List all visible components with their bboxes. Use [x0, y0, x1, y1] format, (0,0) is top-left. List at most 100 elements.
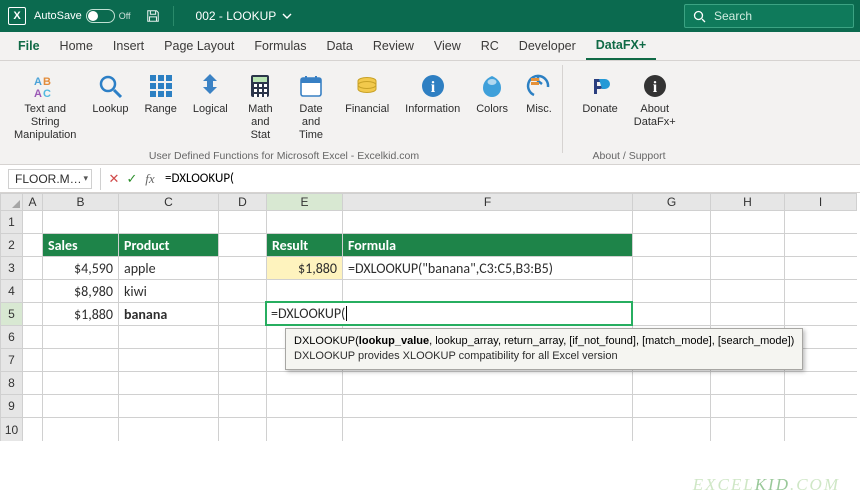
- cell-H4[interactable]: [711, 280, 785, 303]
- cell-I5[interactable]: [785, 303, 857, 326]
- ribbon-colors-button[interactable]: Colors: [468, 63, 516, 142]
- cell-I1[interactable]: [785, 211, 857, 234]
- cancel-formula-button[interactable]: ✕: [105, 171, 123, 187]
- ribbon-financial-button[interactable]: Financial: [337, 63, 397, 142]
- cell-A7[interactable]: [23, 349, 43, 372]
- ribbon-date-button[interactable]: Date and Time: [285, 63, 337, 142]
- enter-formula-button[interactable]: ✓: [123, 171, 141, 187]
- col-header-I[interactable]: I: [785, 193, 857, 211]
- cell-C8[interactable]: [119, 372, 219, 395]
- cell-A10[interactable]: [23, 418, 43, 441]
- col-header-D[interactable]: D: [219, 193, 267, 211]
- tab-formulas[interactable]: Formulas: [244, 32, 316, 60]
- ribbon-logical-button[interactable]: Logical: [185, 63, 236, 142]
- cell-A1[interactable]: [23, 211, 43, 234]
- ribbon-lookup-button[interactable]: Lookup: [84, 63, 136, 142]
- ribbon-info-button[interactable]: iInformation: [397, 63, 468, 142]
- cell-A4[interactable]: [23, 280, 43, 303]
- tab-rc[interactable]: RC: [471, 32, 509, 60]
- cell-D1[interactable]: [219, 211, 267, 234]
- cell-E10[interactable]: [267, 418, 343, 441]
- col-header-A[interactable]: A: [23, 193, 43, 211]
- cell-G1[interactable]: [633, 211, 711, 234]
- cell-A8[interactable]: [23, 372, 43, 395]
- cell-I9[interactable]: [785, 395, 857, 418]
- cell-B1[interactable]: [43, 211, 119, 234]
- cell-E1[interactable]: [267, 211, 343, 234]
- cell-C6[interactable]: [119, 326, 219, 349]
- cell-C2[interactable]: Product: [119, 234, 219, 257]
- cell-G4[interactable]: [633, 280, 711, 303]
- cell-B4[interactable]: $8,980: [43, 280, 119, 303]
- cell-B9[interactable]: [43, 395, 119, 418]
- row-header-4[interactable]: 4: [0, 280, 23, 303]
- cell-C1[interactable]: [119, 211, 219, 234]
- cell-D5[interactable]: [219, 303, 267, 326]
- col-header-F[interactable]: F: [343, 193, 633, 211]
- cell-F3[interactable]: =DXLOOKUP("banana",C3:C5,B3:B5): [343, 257, 633, 280]
- cell-D7[interactable]: [219, 349, 267, 372]
- formula-input[interactable]: =DXLOOKUP(: [159, 171, 860, 186]
- cell-G9[interactable]: [633, 395, 711, 418]
- cell-D2[interactable]: [219, 234, 267, 257]
- cell-F2[interactable]: Formula: [343, 234, 633, 257]
- row-header-7[interactable]: 7: [0, 349, 23, 372]
- cell-D6[interactable]: [219, 326, 267, 349]
- cell-B2[interactable]: Sales: [43, 234, 119, 257]
- cell-E4[interactable]: [267, 280, 343, 303]
- col-header-G[interactable]: G: [633, 193, 711, 211]
- cell-H2[interactable]: [711, 234, 785, 257]
- cell-D9[interactable]: [219, 395, 267, 418]
- cell-B5[interactable]: $1,880: [43, 303, 119, 326]
- cell-E8[interactable]: [267, 372, 343, 395]
- cell-F4[interactable]: [343, 280, 633, 303]
- cell-C7[interactable]: [119, 349, 219, 372]
- cell-I3[interactable]: [785, 257, 857, 280]
- cell-D3[interactable]: [219, 257, 267, 280]
- row-header-6[interactable]: 6: [0, 326, 23, 349]
- tell-me-search[interactable]: [684, 4, 854, 28]
- save-icon[interactable]: [145, 8, 161, 24]
- tab-developer[interactable]: Developer: [509, 32, 586, 60]
- row-header-8[interactable]: 8: [0, 372, 23, 395]
- search-input[interactable]: [712, 8, 860, 24]
- cell-I4[interactable]: [785, 280, 857, 303]
- cell-E9[interactable]: [267, 395, 343, 418]
- cell-G10[interactable]: [633, 418, 711, 441]
- tab-pagelayout[interactable]: Page Layout: [154, 32, 244, 60]
- insert-function-button[interactable]: fx: [141, 171, 159, 187]
- cell-I8[interactable]: [785, 372, 857, 395]
- row-header-1[interactable]: 1: [0, 211, 23, 234]
- cell-B6[interactable]: [43, 326, 119, 349]
- cell-G8[interactable]: [633, 372, 711, 395]
- cell-A3[interactable]: [23, 257, 43, 280]
- document-title[interactable]: 002 - LOOKUP: [196, 9, 293, 23]
- cell-F1[interactable]: [343, 211, 633, 234]
- cell-C10[interactable]: [119, 418, 219, 441]
- ribbon-text-button[interactable]: ABACText and String Manipulation: [6, 63, 84, 142]
- cell-C9[interactable]: [119, 395, 219, 418]
- cell-B3[interactable]: $4,590: [43, 257, 119, 280]
- cell-A6[interactable]: [23, 326, 43, 349]
- row-header-5[interactable]: 5: [0, 303, 23, 326]
- col-header-H[interactable]: H: [711, 193, 785, 211]
- cell-H9[interactable]: [711, 395, 785, 418]
- cell-I2[interactable]: [785, 234, 857, 257]
- ribbon-donate-button[interactable]: Donate: [574, 63, 625, 129]
- cell-C4[interactable]: kiwi: [119, 280, 219, 303]
- cell-I10[interactable]: [785, 418, 857, 441]
- cell-H5[interactable]: [711, 303, 785, 326]
- cell-E3[interactable]: $1,880: [267, 257, 343, 280]
- cell-C3[interactable]: apple: [119, 257, 219, 280]
- row-header-2[interactable]: 2: [0, 234, 23, 257]
- cell-H1[interactable]: [711, 211, 785, 234]
- cell-D8[interactable]: [219, 372, 267, 395]
- tab-review[interactable]: Review: [363, 32, 424, 60]
- row-header-10[interactable]: 10: [0, 418, 23, 441]
- cell-C5[interactable]: banana: [119, 303, 219, 326]
- cell-D10[interactable]: [219, 418, 267, 441]
- row-header-9[interactable]: 9: [0, 395, 23, 418]
- cell-A9[interactable]: [23, 395, 43, 418]
- cell-H10[interactable]: [711, 418, 785, 441]
- cell-F10[interactable]: [343, 418, 633, 441]
